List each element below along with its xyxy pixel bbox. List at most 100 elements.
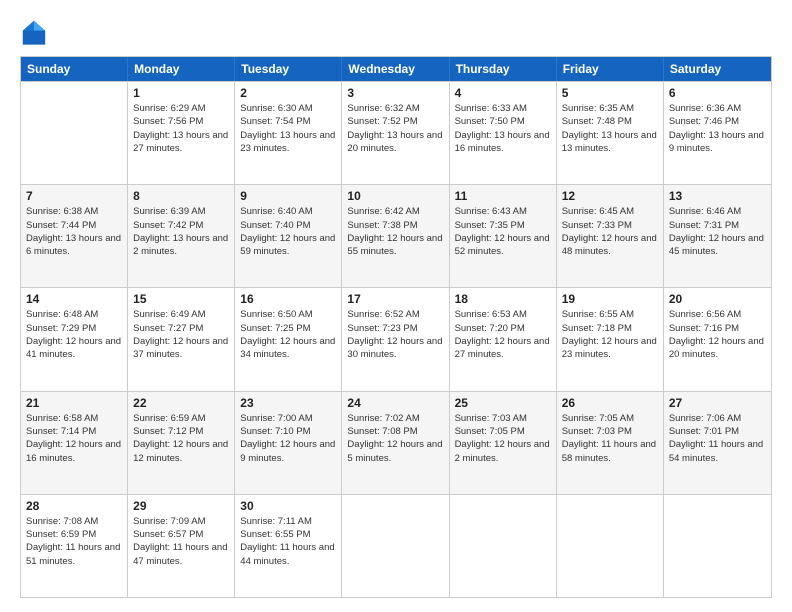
cell-sun-info: Sunrise: 7:03 AMSunset: 7:05 PMDaylight:… — [455, 412, 551, 465]
calendar-cell: 26 Sunrise: 7:05 AMSunset: 7:03 PMDayligh… — [557, 392, 664, 494]
calendar-cell: 4 Sunrise: 6:33 AMSunset: 7:50 PMDaylight… — [450, 82, 557, 184]
calendar-cell — [664, 495, 771, 597]
cell-day-number: 30 — [240, 499, 336, 513]
calendar-cell: 13 Sunrise: 6:46 AMSunset: 7:31 PMDayligh… — [664, 185, 771, 287]
cell-day-number: 5 — [562, 86, 658, 100]
header-cell-saturday: Saturday — [664, 57, 771, 81]
cell-sun-info: Sunrise: 7:09 AMSunset: 6:57 PMDaylight:… — [133, 515, 229, 568]
calendar-cell: 8Sunrise: 6:39 AMSunset: 7:42 PMDaylight… — [128, 185, 235, 287]
calendar-row: 21 Sunrise: 6:58 AMSunset: 7:14 PMDayligh… — [21, 391, 771, 494]
calendar-body: 1 Sunrise: 6:29 AMSunset: 7:56 PMDaylight… — [21, 81, 771, 597]
cell-day-number: 14 — [26, 292, 122, 306]
calendar-cell: 17 Sunrise: 6:52 AMSunset: 7:23 PMDayligh… — [342, 288, 449, 390]
cell-sun-info: Sunrise: 7:00 AMSunset: 7:10 PMDaylight:… — [240, 412, 336, 465]
calendar-cell: 29 Sunrise: 7:09 AMSunset: 6:57 PMDayligh… — [128, 495, 235, 597]
calendar-row: 14 Sunrise: 6:48 AMSunset: 7:29 PMDayligh… — [21, 287, 771, 390]
cell-sun-info: Sunrise: 7:05 AMSunset: 7:03 PMDaylight:… — [562, 412, 658, 465]
cell-sun-info: Sunrise: 7:06 AMSunset: 7:01 PMDaylight:… — [669, 412, 766, 465]
calendar-cell: 22 Sunrise: 6:59 AMSunset: 7:12 PMDayligh… — [128, 392, 235, 494]
cell-sun-info: Sunrise: 6:39 AMSunset: 7:42 PMDaylight:… — [133, 205, 229, 258]
cell-sun-info: Sunrise: 6:43 AMSunset: 7:35 PMDaylight:… — [455, 205, 551, 258]
calendar-cell: 11 Sunrise: 6:43 AMSunset: 7:35 PMDayligh… — [450, 185, 557, 287]
cell-sun-info: Sunrise: 6:45 AMSunset: 7:33 PMDaylight:… — [562, 205, 658, 258]
logo — [20, 18, 52, 46]
calendar-cell: 3 Sunrise: 6:32 AMSunset: 7:52 PMDaylight… — [342, 82, 449, 184]
cell-sun-info: Sunrise: 6:35 AMSunset: 7:48 PMDaylight:… — [562, 102, 658, 155]
calendar-cell: 25 Sunrise: 7:03 AMSunset: 7:05 PMDayligh… — [450, 392, 557, 494]
cell-day-number: 25 — [455, 396, 551, 410]
cell-sun-info: Sunrise: 6:46 AMSunset: 7:31 PMDaylight:… — [669, 205, 766, 258]
calendar-cell: 21 Sunrise: 6:58 AMSunset: 7:14 PMDayligh… — [21, 392, 128, 494]
cell-sun-info: Sunrise: 6:29 AMSunset: 7:56 PMDaylight:… — [133, 102, 229, 155]
calendar-cell: 30 Sunrise: 7:11 AMSunset: 6:55 PMDayligh… — [235, 495, 342, 597]
cell-day-number: 3 — [347, 86, 443, 100]
cell-day-number: 19 — [562, 292, 658, 306]
logo-icon — [20, 18, 48, 46]
cell-sun-info: Sunrise: 7:08 AMSunset: 6:59 PMDaylight:… — [26, 515, 122, 568]
cell-sun-info: Sunrise: 6:30 AMSunset: 7:54 PMDaylight:… — [240, 102, 336, 155]
cell-day-number: 24 — [347, 396, 443, 410]
calendar: SundayMondayTuesdayWednesdayThursdayFrid… — [20, 56, 772, 598]
calendar-header: SundayMondayTuesdayWednesdayThursdayFrid… — [21, 57, 771, 81]
calendar-cell: 24Sunrise: 7:02 AMSunset: 7:08 PMDayligh… — [342, 392, 449, 494]
calendar-cell: 10Sunrise: 6:42 AMSunset: 7:38 PMDayligh… — [342, 185, 449, 287]
cell-day-number: 15 — [133, 292, 229, 306]
header-cell-friday: Friday — [557, 57, 664, 81]
cell-day-number: 20 — [669, 292, 766, 306]
calendar-cell: 27 Sunrise: 7:06 AMSunset: 7:01 PMDayligh… — [664, 392, 771, 494]
calendar-cell: 14 Sunrise: 6:48 AMSunset: 7:29 PMDayligh… — [21, 288, 128, 390]
cell-day-number: 10 — [347, 189, 443, 203]
calendar-cell: 15 Sunrise: 6:49 AMSunset: 7:27 PMDayligh… — [128, 288, 235, 390]
calendar-cell: 16Sunrise: 6:50 AMSunset: 7:25 PMDayligh… — [235, 288, 342, 390]
header-cell-tuesday: Tuesday — [235, 57, 342, 81]
cell-day-number: 26 — [562, 396, 658, 410]
calendar-cell: 19 Sunrise: 6:55 AMSunset: 7:18 PMDayligh… — [557, 288, 664, 390]
calendar-cell: 20 Sunrise: 6:56 AMSunset: 7:16 PMDayligh… — [664, 288, 771, 390]
cell-sun-info: Sunrise: 6:48 AMSunset: 7:29 PMDaylight:… — [26, 308, 122, 361]
calendar-cell: 5 Sunrise: 6:35 AMSunset: 7:48 PMDaylight… — [557, 82, 664, 184]
cell-sun-info: Sunrise: 6:33 AMSunset: 7:50 PMDaylight:… — [455, 102, 551, 155]
cell-day-number: 11 — [455, 189, 551, 203]
cell-sun-info: Sunrise: 6:38 AMSunset: 7:44 PMDaylight:… — [26, 205, 122, 258]
cell-sun-info: Sunrise: 6:58 AMSunset: 7:14 PMDaylight:… — [26, 412, 122, 465]
cell-day-number: 12 — [562, 189, 658, 203]
cell-day-number: 7 — [26, 189, 122, 203]
calendar-cell — [342, 495, 449, 597]
cell-day-number: 29 — [133, 499, 229, 513]
calendar-cell: 6 Sunrise: 6:36 AMSunset: 7:46 PMDaylight… — [664, 82, 771, 184]
cell-sun-info: Sunrise: 7:11 AMSunset: 6:55 PMDaylight:… — [240, 515, 336, 568]
cell-sun-info: Sunrise: 6:59 AMSunset: 7:12 PMDaylight:… — [133, 412, 229, 465]
cell-day-number: 21 — [26, 396, 122, 410]
calendar-row: 28Sunrise: 7:08 AMSunset: 6:59 PMDayligh… — [21, 494, 771, 597]
cell-day-number: 6 — [669, 86, 766, 100]
calendar-cell: 2Sunrise: 6:30 AMSunset: 7:54 PMDaylight… — [235, 82, 342, 184]
calendar-cell: 9Sunrise: 6:40 AMSunset: 7:40 PMDaylight… — [235, 185, 342, 287]
cell-sun-info: Sunrise: 6:36 AMSunset: 7:46 PMDaylight:… — [669, 102, 766, 155]
calendar-cell — [21, 82, 128, 184]
calendar-cell: 28Sunrise: 7:08 AMSunset: 6:59 PMDayligh… — [21, 495, 128, 597]
cell-sun-info: Sunrise: 6:49 AMSunset: 7:27 PMDaylight:… — [133, 308, 229, 361]
cell-sun-info: Sunrise: 6:32 AMSunset: 7:52 PMDaylight:… — [347, 102, 443, 155]
calendar-row: 1 Sunrise: 6:29 AMSunset: 7:56 PMDaylight… — [21, 81, 771, 184]
cell-day-number: 1 — [133, 86, 229, 100]
calendar-cell: 1 Sunrise: 6:29 AMSunset: 7:56 PMDaylight… — [128, 82, 235, 184]
cell-day-number: 18 — [455, 292, 551, 306]
cell-day-number: 22 — [133, 396, 229, 410]
cell-sun-info: Sunrise: 6:55 AMSunset: 7:18 PMDaylight:… — [562, 308, 658, 361]
cell-sun-info: Sunrise: 6:52 AMSunset: 7:23 PMDaylight:… — [347, 308, 443, 361]
calendar-cell — [557, 495, 664, 597]
header-cell-thursday: Thursday — [450, 57, 557, 81]
cell-sun-info: Sunrise: 6:50 AMSunset: 7:25 PMDaylight:… — [240, 308, 336, 361]
calendar-cell: 12 Sunrise: 6:45 AMSunset: 7:33 PMDayligh… — [557, 185, 664, 287]
cell-day-number: 27 — [669, 396, 766, 410]
cell-day-number: 13 — [669, 189, 766, 203]
cell-sun-info: Sunrise: 6:56 AMSunset: 7:16 PMDaylight:… — [669, 308, 766, 361]
calendar-cell — [450, 495, 557, 597]
calendar-cell: 7 Sunrise: 6:38 AMSunset: 7:44 PMDaylight… — [21, 185, 128, 287]
cell-day-number: 4 — [455, 86, 551, 100]
cell-sun-info: Sunrise: 6:53 AMSunset: 7:20 PMDaylight:… — [455, 308, 551, 361]
cell-sun-info: Sunrise: 6:40 AMSunset: 7:40 PMDaylight:… — [240, 205, 336, 258]
calendar-cell: 23Sunrise: 7:00 AMSunset: 7:10 PMDayligh… — [235, 392, 342, 494]
calendar-cell: 18 Sunrise: 6:53 AMSunset: 7:20 PMDayligh… — [450, 288, 557, 390]
cell-day-number: 17 — [347, 292, 443, 306]
